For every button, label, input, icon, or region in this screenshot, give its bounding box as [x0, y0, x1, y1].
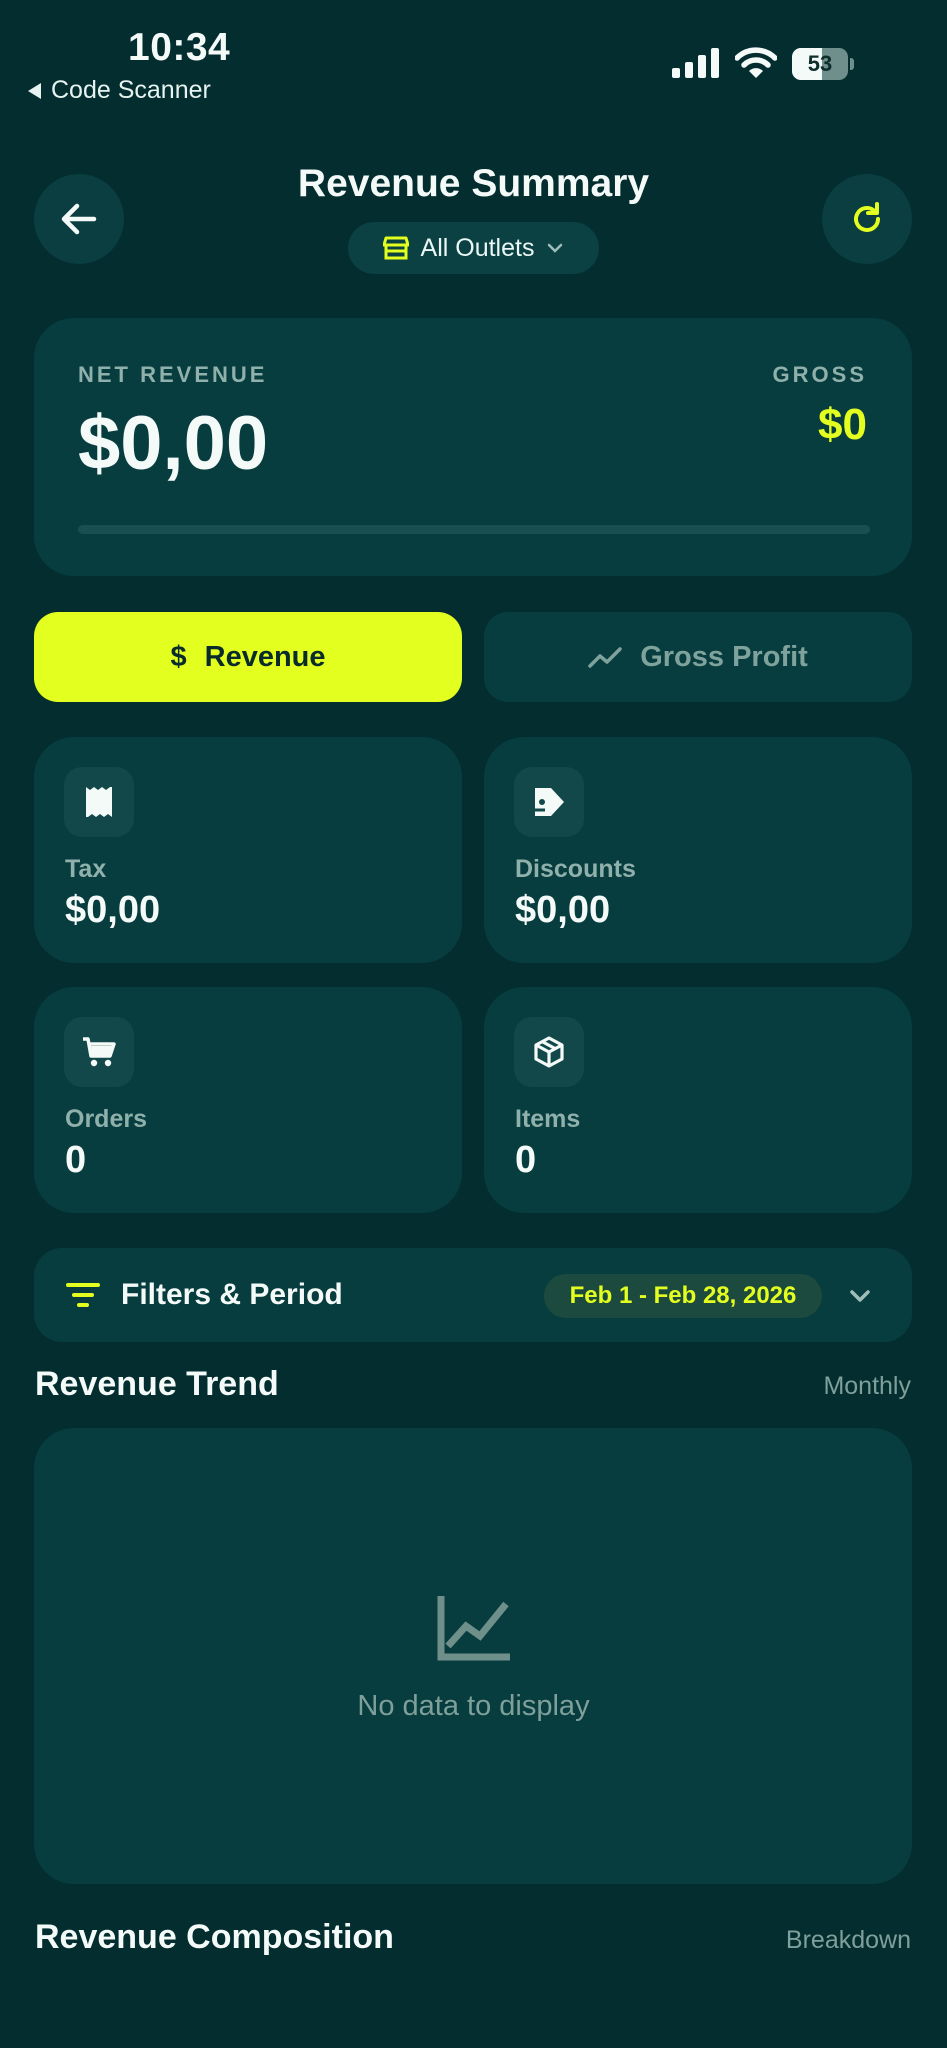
outlet-selector[interactable]: All Outlets [348, 222, 599, 274]
date-range-badge: Feb 1 - Feb 28, 2026 [544, 1274, 822, 1318]
dollar-icon: $ [170, 640, 187, 673]
filter-icon [66, 1283, 100, 1307]
stat-label: Orders [65, 1105, 147, 1133]
empty-state-text: No data to display [357, 1690, 590, 1722]
stat-label: Items [515, 1105, 581, 1133]
stat-label: Discounts [515, 855, 636, 883]
outlet-selector-label: All Outlets [420, 233, 535, 262]
stat-value: 0 [515, 1139, 537, 1181]
cellular-signal-icon [672, 48, 719, 78]
receipt-icon [64, 767, 134, 837]
filters-label: Filters & Period [121, 1278, 343, 1311]
refresh-button[interactable] [822, 174, 912, 264]
stat-tile-tax: Tax $0,00 [34, 737, 462, 963]
chart-line-icon [437, 1596, 510, 1661]
back-app-label: Code Scanner [51, 76, 211, 104]
tag-icon [514, 767, 584, 837]
status-time: 10:34 [128, 26, 231, 69]
refresh-icon [854, 202, 880, 232]
stat-value: 0 [65, 1139, 87, 1181]
box-icon [514, 1017, 584, 1087]
battery-icon: 53 [792, 48, 854, 80]
store-icon [382, 236, 409, 260]
trending-up-icon [588, 647, 622, 668]
revenue-composition-title: Revenue Composition [35, 1918, 394, 1956]
stat-tile-orders: Orders 0 [34, 987, 462, 1213]
tab-gross-profit-label: Gross Profit [640, 640, 808, 673]
composition-breakdown-label[interactable]: Breakdown [786, 1926, 911, 1955]
battery-level: 53 [807, 51, 833, 76]
gross-value: $0 [818, 400, 867, 449]
stat-value: $0,00 [515, 889, 611, 931]
tab-gross-profit[interactable]: Gross Profit [484, 612, 912, 702]
page-title: Revenue Summary [297, 162, 650, 205]
back-triangle-icon [28, 82, 41, 99]
tab-revenue-label: Revenue [204, 640, 326, 673]
stat-value: $0,00 [65, 889, 161, 931]
back-to-app-link[interactable]: Code Scanner [28, 76, 211, 105]
stat-tile-items: Items 0 [484, 987, 912, 1213]
net-revenue-value: $0,00 [78, 401, 269, 486]
arrow-left-icon [61, 203, 97, 235]
stat-label: Tax [65, 855, 107, 883]
trend-period-label[interactable]: Monthly [823, 1372, 911, 1401]
revenue-trend-title: Revenue Trend [35, 1365, 279, 1403]
chevron-down-icon [548, 243, 563, 253]
revenue-progress-bar [78, 525, 870, 534]
stat-tile-discounts: Discounts $0,00 [484, 737, 912, 963]
tab-revenue[interactable]: $ Revenue [34, 612, 462, 702]
net-revenue-label: NET REVENUE [78, 362, 268, 387]
chevron-down-icon[interactable] [846, 1282, 874, 1310]
gross-label: GROSS [772, 362, 867, 387]
wifi-icon [735, 47, 777, 78]
cart-icon [64, 1017, 134, 1087]
